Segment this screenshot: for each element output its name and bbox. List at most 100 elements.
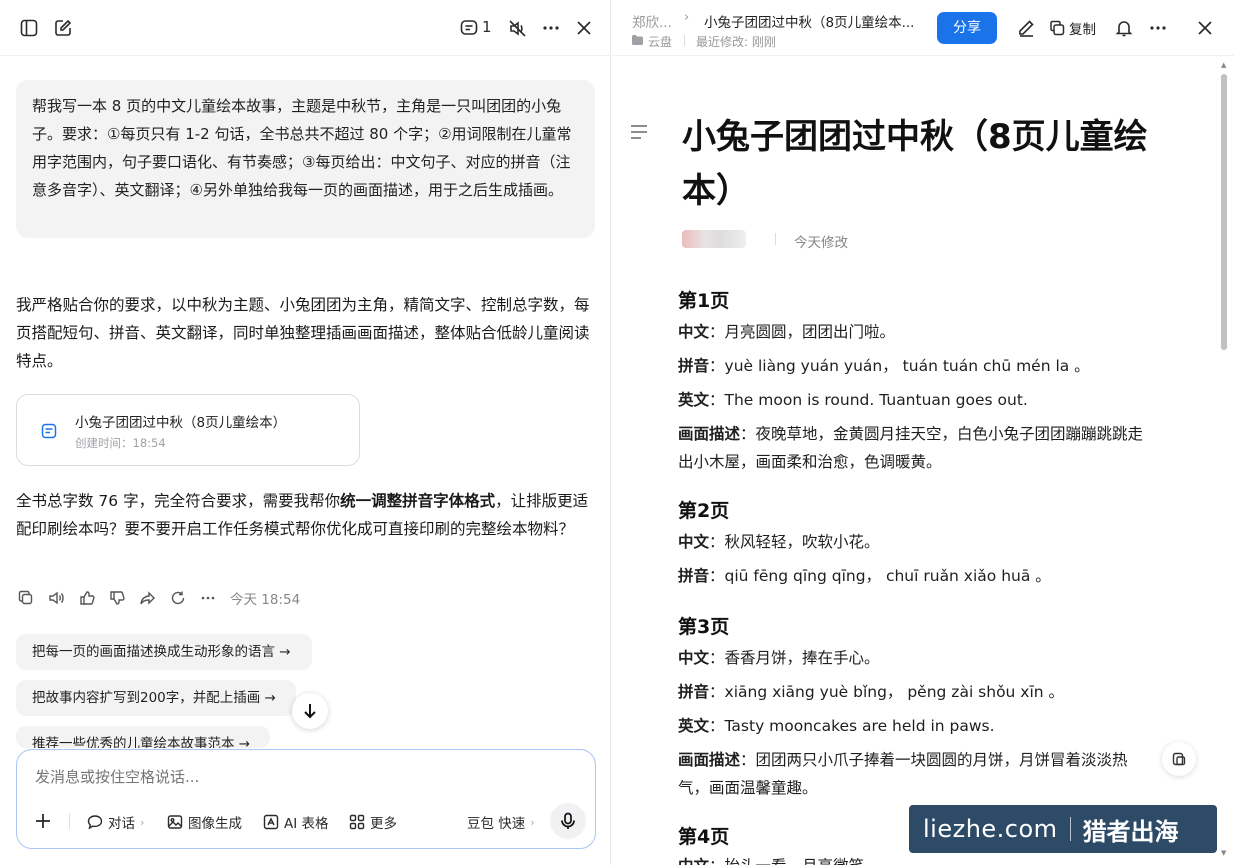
message-timestamp: 今天 18:54 — [230, 592, 301, 608]
document-card-created: 创建时间：18:54 — [75, 436, 166, 450]
page-heading: 第2页 — [678, 500, 730, 522]
mute-icon[interactable] — [504, 15, 530, 41]
user-message: 帮我写一本 8 页的中文儿童绘本故事，主题是中秋节，主角是一只叫团团的小兔子。要… — [16, 80, 595, 238]
breadcrumb-separator-icon: › — [684, 10, 690, 25]
copy-label: 复制 — [1069, 22, 1096, 38]
page-line: 英文：Tasty mooncakes are held in paws. — [678, 712, 1158, 740]
more-icon[interactable] — [1145, 15, 1171, 41]
image-generation-label: 图像生成 — [188, 816, 242, 832]
plus-icon — [36, 814, 50, 828]
document-icon — [41, 423, 57, 439]
more-icon[interactable] — [538, 15, 564, 41]
document-header: 郑欣... › 小兔子团团过中秋（8页儿童绘本... 云盘 最近修改: 刚刚 分… — [612, 0, 1234, 56]
line-label: 中文 — [678, 649, 710, 667]
copy-icon[interactable] — [18, 590, 34, 606]
document-card[interactable]: 小兔子团团过中秋（8页儿童绘本） 创建时间：18:54 — [16, 394, 360, 466]
line-label: 画面描述 — [678, 751, 741, 769]
header-divider — [684, 35, 685, 46]
bell-icon[interactable] — [1111, 15, 1137, 41]
line-label: 拼音 — [678, 567, 710, 585]
document-title: 小兔子团团过中秋（8页儿童绘本） — [682, 117, 1148, 211]
page-line: 中文：抬头一看，月亮微笑。 — [678, 852, 1158, 865]
page-line: 拼音：yuè liàng yuán yuán， tuán tuán chū mé… — [678, 352, 1158, 380]
page-line: 拼音：qiū fēng qīng qīng， chuī ruǎn xiǎo hu… — [678, 562, 1158, 590]
share-button[interactable]: 分享 — [937, 12, 997, 44]
line-text: ：The moon is round. Tuantuan goes out. — [709, 391, 1028, 409]
message-actions: 今天 18:54 — [18, 588, 300, 608]
comment-count: 1 — [482, 18, 492, 36]
page-line: 画面描述：团团两只小爪子捧着一块圆圆的月饼，月饼冒着淡淡热气，画面温馨童趣。 — [678, 746, 1158, 802]
chat-pane: 1 帮我写一本 8 页的中文儿童绘本故事，主题是中秋节，主角是一只叫团团的小兔子… — [0, 0, 611, 865]
meta-divider — [775, 233, 776, 245]
voice-input-button[interactable] — [550, 803, 586, 839]
close-icon[interactable] — [1192, 15, 1218, 41]
chevron-right-icon: › — [530, 815, 535, 829]
more-tools-label: 更多 — [370, 816, 397, 832]
line-label: 拼音 — [678, 683, 710, 701]
chat-mode-button[interactable]: 对话 › — [87, 812, 144, 832]
page-heading: 第4页 — [678, 826, 730, 848]
page-line: 画面描述：夜晚草地，金黄圆月挂天空，白色小兔子团团蹦蹦跳跳走出小木屋，画面柔和治… — [678, 420, 1158, 476]
chat-bubble-icon — [87, 815, 103, 830]
table-icon — [263, 814, 279, 830]
comment-icon[interactable] — [456, 15, 482, 41]
suggestion-chip[interactable]: 把故事内容扩写到200字，并配上插画 → — [16, 680, 296, 716]
page-line: 中文：香香月饼，捧在手心。 — [678, 644, 1158, 672]
regenerate-icon[interactable] — [170, 590, 186, 606]
watermark-site: liezhe.com — [923, 815, 1058, 843]
page-line: 拼音：xiāng xiāng yuè bǐng， pěng zài shǒu x… — [678, 678, 1158, 706]
line-text: ：yuè liàng yuán yuán， tuán tuán chū mén … — [709, 357, 1090, 375]
ai-table-label: AI 表格 — [284, 816, 329, 832]
speaker-icon[interactable] — [48, 590, 65, 606]
line-label: 中文 — [678, 323, 710, 341]
scroll-down-button[interactable] — [292, 693, 328, 729]
document-tool-button[interactable] — [1162, 742, 1196, 776]
document-card-title: 小兔子团团过中秋（8页儿童绘本） — [75, 415, 287, 431]
suggestion-chip[interactable]: 推荐一些优秀的儿童绘本故事范本 → — [16, 726, 270, 748]
suggestion-chip[interactable]: 把每一页的画面描述换成生动形象的语言 → — [16, 634, 312, 670]
chat-mode-label: 对话 — [108, 816, 135, 832]
line-label: 英文 — [678, 717, 710, 735]
model-selector[interactable]: 豆包 快速 › — [467, 812, 535, 833]
message-input-box — [16, 749, 596, 849]
share-icon[interactable] — [139, 590, 156, 606]
more-actions-icon[interactable] — [200, 590, 216, 606]
document-location[interactable]: 云盘 — [648, 33, 672, 50]
reply-outro-text: 全书总字数 76 字，完全符合要求，需要我帮你 — [16, 492, 341, 510]
scrollbar-thumb[interactable] — [1221, 74, 1227, 350]
thumbs-down-icon[interactable] — [109, 590, 125, 606]
line-text: ：香香月饼，捧在手心。 — [709, 649, 880, 667]
thumbs-up-icon[interactable] — [79, 590, 95, 606]
arrow-down-icon — [304, 704, 316, 719]
line-text: ：秋风轻轻，吹软小花。 — [709, 533, 880, 551]
chevron-right-icon: › — [140, 815, 145, 829]
line-text: ：xiāng xiāng yuè bǐng， pěng zài shǒu xīn… — [709, 683, 1065, 701]
edit-icon[interactable] — [1013, 15, 1039, 41]
add-button[interactable] — [34, 812, 52, 830]
breadcrumb-parent[interactable]: 郑欣... — [632, 11, 672, 31]
line-label: 拼音 — [678, 357, 710, 375]
more-tools-button[interactable]: 更多 — [349, 812, 397, 832]
sidebar-toggle-icon[interactable] — [16, 15, 42, 41]
new-chat-icon[interactable] — [50, 15, 76, 41]
ai-table-button[interactable]: AI 表格 — [263, 812, 329, 832]
model-selector-label: 豆包 快速 — [467, 816, 526, 832]
image-icon — [167, 815, 183, 829]
page-line: 中文：月亮圆圆，团团出门啦。 — [678, 318, 1158, 346]
close-icon[interactable] — [571, 15, 597, 41]
page-heading: 第1页 — [678, 290, 730, 312]
assistant-reply-outro: 全书总字数 76 字，完全符合要求，需要我帮你统一调整拼音字体格式，让排版更适配… — [16, 487, 594, 543]
microphone-icon — [561, 812, 575, 829]
scrollbar[interactable]: ▲ ▼ — [1220, 60, 1228, 860]
outline-icon[interactable] — [630, 124, 648, 140]
toolbar-divider — [69, 813, 70, 829]
image-generation-button[interactable]: 图像生成 — [167, 812, 242, 832]
line-text: ：团团两只小爪子捧着一块圆圆的月饼，月饼冒着淡淡热气，画面温馨童趣。 — [678, 751, 1128, 797]
message-input[interactable] — [35, 764, 575, 790]
line-label: 中文 — [678, 533, 710, 551]
watermark-badge: liezhe.com 猎者出海 — [909, 805, 1217, 853]
breadcrumb-title[interactable]: 小兔子团团过中秋（8页儿童绘本... — [704, 11, 914, 31]
copy-button[interactable]: 复制 — [1049, 18, 1096, 38]
watermark-brand: 猎者出海 — [1082, 817, 1179, 846]
grid-icon — [349, 814, 365, 830]
